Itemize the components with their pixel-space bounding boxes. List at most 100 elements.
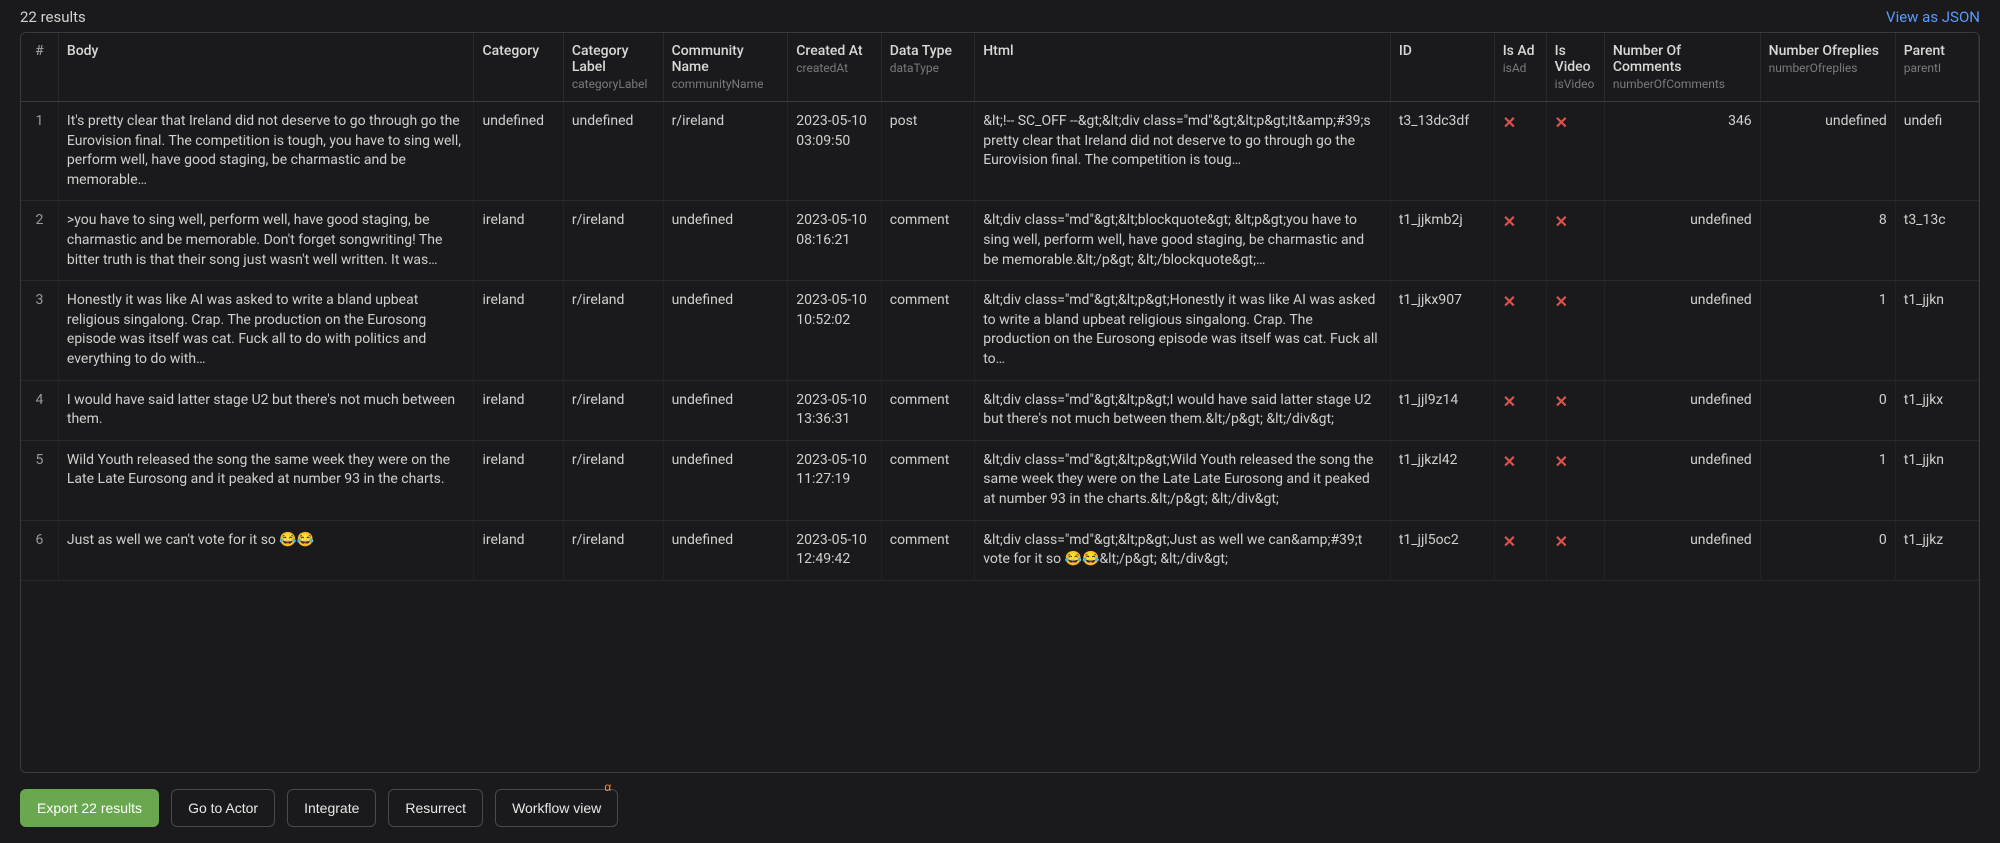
cell-index: 3 bbox=[21, 281, 58, 380]
cell-category: ireland bbox=[474, 201, 563, 281]
cell-num-replies: 0 bbox=[1760, 380, 1895, 440]
cell-created: 2023-05-10 10:52:02 bbox=[788, 281, 882, 380]
cell-parent: t1_jjkn bbox=[1895, 281, 1978, 380]
cell-body: Wild Youth released the song the same we… bbox=[58, 440, 474, 520]
integrate-button[interactable]: Integrate bbox=[287, 789, 376, 827]
col-body[interactable]: Body bbox=[58, 33, 474, 102]
export-button[interactable]: Export 22 results bbox=[20, 789, 159, 827]
cell-community: undefined bbox=[663, 281, 788, 380]
cell-html: &lt;div class="md"&gt;&lt;p&gt;I would h… bbox=[975, 380, 1391, 440]
cross-icon: ✕ bbox=[1503, 292, 1516, 311]
cell-num-comments: 346 bbox=[1604, 102, 1760, 201]
cell-category-label: undefined bbox=[563, 102, 663, 201]
cell-created: 2023-05-10 03:09:50 bbox=[788, 102, 882, 201]
cell-community: undefined bbox=[663, 520, 788, 580]
cross-icon: ✕ bbox=[1555, 292, 1568, 311]
col-num-comments[interactable]: Number Of Comments numberOfComments bbox=[1604, 33, 1760, 102]
cell-is-video: ✕ bbox=[1546, 201, 1604, 281]
view-as-json-link[interactable]: View as JSON bbox=[1886, 8, 1980, 26]
col-index[interactable]: # bbox=[21, 33, 58, 102]
cell-created: 2023-05-10 13:36:31 bbox=[788, 380, 882, 440]
cell-category-label: r/ireland bbox=[563, 281, 663, 380]
cell-is-video: ✕ bbox=[1546, 520, 1604, 580]
cell-index: 4 bbox=[21, 380, 58, 440]
cell-data-type: post bbox=[881, 102, 975, 201]
col-created-at[interactable]: Created At createdAt bbox=[788, 33, 882, 102]
results-count: 22 results bbox=[20, 8, 86, 26]
cell-created: 2023-05-10 11:27:19 bbox=[788, 440, 882, 520]
top-bar: 22 results View as JSON bbox=[0, 0, 2000, 32]
cell-is-video: ✕ bbox=[1546, 281, 1604, 380]
cell-category: undefined bbox=[474, 102, 563, 201]
cell-is-video: ✕ bbox=[1546, 380, 1604, 440]
cell-is-video: ✕ bbox=[1546, 440, 1604, 520]
cell-index: 2 bbox=[21, 201, 58, 281]
cell-body: >you have to sing well, perform well, ha… bbox=[58, 201, 474, 281]
workflow-view-button[interactable]: α Workflow view bbox=[495, 789, 618, 827]
cell-data-type: comment bbox=[881, 440, 975, 520]
table-row[interactable]: 4I would have said latter stage U2 but t… bbox=[21, 380, 1979, 440]
cell-is-ad: ✕ bbox=[1494, 440, 1546, 520]
cross-icon: ✕ bbox=[1555, 532, 1568, 551]
cell-category-label: r/ireland bbox=[563, 520, 663, 580]
cell-community: undefined bbox=[663, 380, 788, 440]
results-table-wrap: # Body Category Category Label categoryL… bbox=[20, 32, 1980, 773]
cell-community: undefined bbox=[663, 440, 788, 520]
col-category-label[interactable]: Category Label categoryLabel bbox=[563, 33, 663, 102]
bottom-bar: Export 22 results Go to Actor Integrate … bbox=[0, 773, 2000, 843]
col-is-video[interactable]: Is Video isVideo bbox=[1546, 33, 1604, 102]
cell-data-type: comment bbox=[881, 380, 975, 440]
cell-num-replies: undefined bbox=[1760, 102, 1895, 201]
col-category[interactable]: Category bbox=[474, 33, 563, 102]
cell-is-ad: ✕ bbox=[1494, 380, 1546, 440]
cell-num-replies: 1 bbox=[1760, 281, 1895, 380]
cell-parent: t1_jjkz bbox=[1895, 520, 1978, 580]
cell-category: ireland bbox=[474, 520, 563, 580]
table-row[interactable]: 5Wild Youth released the song the same w… bbox=[21, 440, 1979, 520]
cell-category: ireland bbox=[474, 281, 563, 380]
col-html[interactable]: Html bbox=[975, 33, 1391, 102]
cell-category-label: r/ireland bbox=[563, 440, 663, 520]
cell-num-comments: undefined bbox=[1604, 281, 1760, 380]
cell-body: It's pretty clear that Ireland did not d… bbox=[58, 102, 474, 201]
cell-id: t1_jjl5oc2 bbox=[1390, 520, 1494, 580]
cell-parent: t1_jjkx bbox=[1895, 380, 1978, 440]
cell-html: &lt;div class="md"&gt;&lt;p&gt;Wild Yout… bbox=[975, 440, 1391, 520]
cell-num-replies: 1 bbox=[1760, 440, 1895, 520]
cross-icon: ✕ bbox=[1555, 113, 1568, 132]
cell-parent: undefi bbox=[1895, 102, 1978, 201]
cell-is-ad: ✕ bbox=[1494, 281, 1546, 380]
cell-id: t1_jjkx907 bbox=[1390, 281, 1494, 380]
cell-body: Honestly it was like AI was asked to wri… bbox=[58, 281, 474, 380]
col-num-replies[interactable]: Number Ofreplies numberOfreplies bbox=[1760, 33, 1895, 102]
cell-is-ad: ✕ bbox=[1494, 201, 1546, 281]
col-id[interactable]: ID bbox=[1390, 33, 1494, 102]
table-row[interactable]: 3Honestly it was like AI was asked to wr… bbox=[21, 281, 1979, 380]
col-is-ad[interactable]: Is Ad isAd bbox=[1494, 33, 1546, 102]
cell-created: 2023-05-10 12:49:42 bbox=[788, 520, 882, 580]
cell-index: 1 bbox=[21, 102, 58, 201]
col-community-name[interactable]: Community Name communityName bbox=[663, 33, 788, 102]
cell-category: ireland bbox=[474, 380, 563, 440]
cell-body: Just as well we can't vote for it so 😂😂 bbox=[58, 520, 474, 580]
col-parent[interactable]: Parent parentI bbox=[1895, 33, 1978, 102]
cell-id: t3_13dc3df bbox=[1390, 102, 1494, 201]
col-data-type[interactable]: Data Type dataType bbox=[881, 33, 975, 102]
cell-id: t1_jjkzl42 bbox=[1390, 440, 1494, 520]
cross-icon: ✕ bbox=[1503, 452, 1516, 471]
cell-data-type: comment bbox=[881, 201, 975, 281]
cell-id: t1_jjl9z14 bbox=[1390, 380, 1494, 440]
resurrect-button[interactable]: Resurrect bbox=[388, 789, 483, 827]
results-table: # Body Category Category Label categoryL… bbox=[21, 33, 1979, 581]
cell-category-label: r/ireland bbox=[563, 380, 663, 440]
table-row[interactable]: 1It's pretty clear that Ireland did not … bbox=[21, 102, 1979, 201]
table-row[interactable]: 6Just as well we can't vote for it so 😂😂… bbox=[21, 520, 1979, 580]
cell-is-ad: ✕ bbox=[1494, 520, 1546, 580]
table-row[interactable]: 2>you have to sing well, perform well, h… bbox=[21, 201, 1979, 281]
cell-html: &lt;div class="md"&gt;&lt;blockquote&gt;… bbox=[975, 201, 1391, 281]
go-to-actor-button[interactable]: Go to Actor bbox=[171, 789, 275, 827]
cross-icon: ✕ bbox=[1503, 392, 1516, 411]
cell-is-ad: ✕ bbox=[1494, 102, 1546, 201]
cell-parent: t1_jjkn bbox=[1895, 440, 1978, 520]
cell-num-replies: 8 bbox=[1760, 201, 1895, 281]
